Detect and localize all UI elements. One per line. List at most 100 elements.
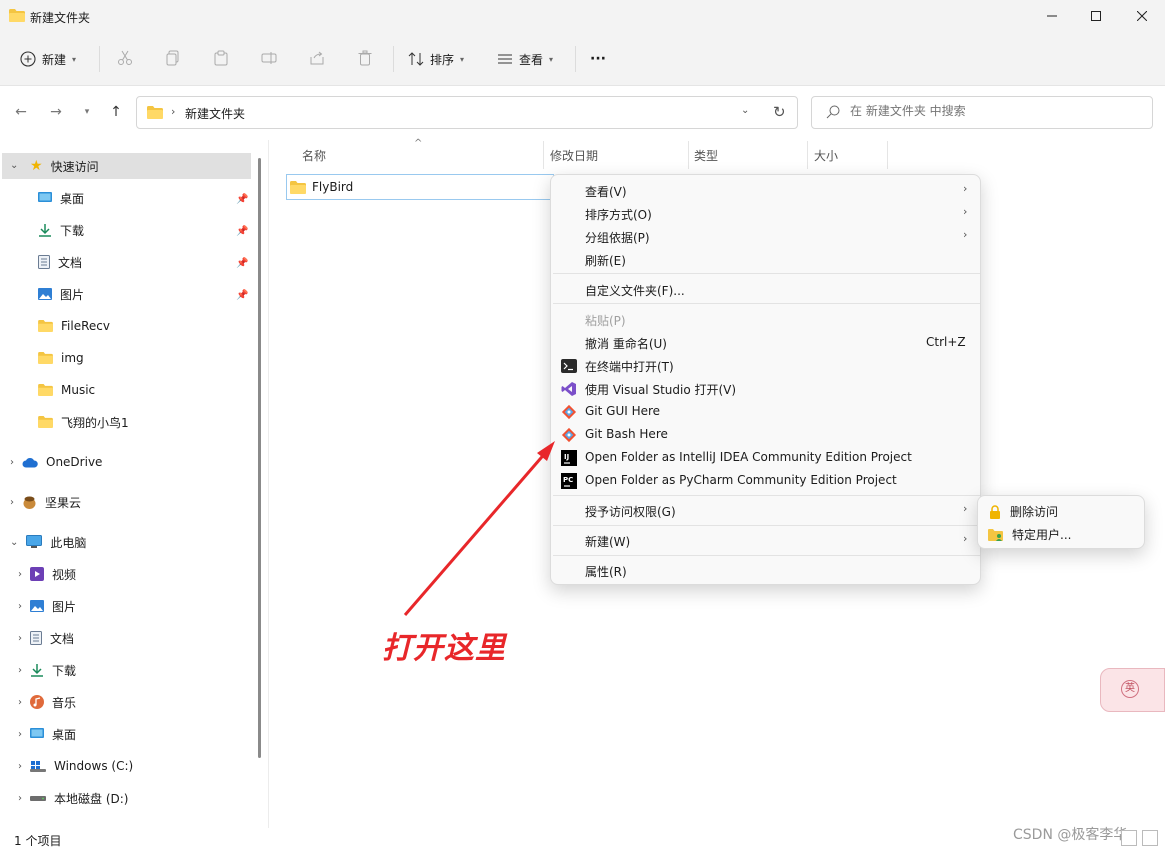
sidebar-item-nutstore[interactable]: › 坚果云 — [10, 489, 81, 515]
menu-item-open-visual-studio[interactable]: 使用 Visual Studio 打开(V) — [585, 381, 736, 398]
sort-button[interactable]: 排序 ▾ — [408, 44, 464, 74]
sidebar-item-filerecv[interactable]: FileRecv — [38, 313, 110, 339]
column-divider[interactable] — [807, 141, 808, 169]
search-input[interactable] — [850, 104, 1140, 118]
refresh-icon[interactable]: ↻ — [773, 103, 786, 121]
chevron-down-icon[interactable]: ⌄ — [10, 537, 18, 548]
sidebar-scrollbar[interactable] — [258, 158, 261, 758]
forward-arrow-icon[interactable]: → — [46, 104, 66, 120]
chevron-down-icon: ▾ — [72, 54, 77, 64]
menu-item-grant-access[interactable]: 授予访问权限(G) — [585, 503, 676, 520]
chevron-right-icon[interactable]: › — [18, 793, 22, 804]
menu-item-git-gui[interactable]: Git GUI Here — [585, 404, 660, 418]
large-icons-view-icon[interactable] — [1142, 830, 1158, 846]
sidebar-item-drive-d[interactable]: › 本地磁盘 (D:) — [18, 785, 128, 811]
sidebar-item-pictures[interactable]: 图片 — [38, 281, 84, 307]
chevron-right-icon[interactable]: › — [18, 569, 22, 580]
close-button[interactable] — [1119, 0, 1165, 32]
file-item-flybird[interactable]: FlyBird — [286, 174, 554, 200]
menu-item-open-intellij[interactable]: Open Folder as IntelliJ IDEA Community E… — [585, 450, 912, 464]
sidebar-item-videos[interactable]: › 视频 — [18, 561, 76, 587]
address-bar[interactable]: › 新建文件夹 ⌄ ↻ — [136, 96, 798, 129]
sidebar-item-pc-pictures[interactable]: › 图片 — [18, 593, 76, 619]
column-header-type[interactable]: 类型 — [694, 147, 718, 164]
menu-item-view[interactable]: 查看(V) — [585, 183, 627, 200]
sidebar-item-pc-downloads[interactable]: › 下载 — [18, 657, 76, 683]
sidebar-item-desktop[interactable]: 桌面 — [38, 185, 84, 211]
ime-sticker[interactable]: 英 — [1100, 668, 1165, 712]
sidebar-item-pc-desktop[interactable]: › 桌面 — [18, 721, 76, 747]
chevron-right-icon[interactable]: › — [18, 601, 22, 612]
menu-item-open-terminal[interactable]: 在终端中打开(T) — [585, 358, 674, 375]
up-arrow-icon[interactable]: ↑ — [106, 104, 126, 120]
sidebar-item-music-folder[interactable]: Music — [38, 377, 95, 403]
column-divider[interactable] — [543, 141, 544, 169]
chevron-right-icon[interactable]: › — [18, 665, 22, 676]
nut-icon — [23, 496, 36, 509]
menu-item-group[interactable]: 分组依据(P) — [585, 229, 650, 246]
submenu-item-remove-access[interactable]: 删除访问 — [988, 503, 1058, 520]
pin-icon[interactable]: 📌 — [236, 258, 248, 269]
column-divider[interactable] — [688, 141, 689, 169]
sidebar-item-label: 文档 — [50, 631, 75, 646]
sidebar-item-quick-access[interactable]: ⌄ ★ 快速访问 — [2, 153, 251, 179]
details-view-icon[interactable] — [1121, 830, 1137, 846]
chevron-down-icon[interactable]: ⌄ — [10, 160, 18, 171]
sidebar-item-this-pc[interactable]: ⌄ 此电脑 — [10, 529, 86, 555]
menu-item-open-pycharm[interactable]: Open Folder as PyCharm Community Edition… — [585, 473, 897, 487]
new-button[interactable]: 新建 ▾ — [20, 44, 76, 74]
chevron-right-icon[interactable]: › — [10, 497, 14, 508]
view-button[interactable]: 查看 ▾ — [497, 44, 553, 74]
search-box[interactable] — [811, 96, 1153, 129]
chevron-right-icon[interactable]: › — [171, 105, 175, 118]
menu-item-new[interactable]: 新建(W) — [585, 533, 630, 550]
pin-icon[interactable]: 📌 — [236, 194, 248, 205]
sidebar-item-downloads[interactable]: 下载 — [38, 217, 84, 243]
cut-icon[interactable] — [115, 48, 135, 68]
sidebar-item-flappy-bird[interactable]: 飞翔的小鸟1 — [38, 409, 129, 435]
menu-item-sort[interactable]: 排序方式(O) — [585, 206, 652, 223]
column-header-date[interactable]: 修改日期 — [550, 147, 598, 164]
menu-item-refresh[interactable]: 刷新(E) — [585, 252, 626, 269]
computer-icon — [26, 535, 43, 548]
chevron-right-icon[interactable]: › — [18, 761, 22, 772]
chevron-down-icon[interactable]: ⌄ — [741, 105, 749, 116]
title-bar: 新建文件夹 — [0, 0, 1165, 32]
breadcrumb[interactable]: 新建文件夹 — [185, 105, 245, 122]
column-header-name[interactable]: 名称 — [302, 147, 326, 164]
folder-icon — [9, 9, 25, 25]
menu-item-properties[interactable]: 属性(R) — [585, 563, 627, 580]
paste-icon[interactable] — [211, 48, 231, 68]
chevron-right-icon[interactable]: › — [18, 729, 22, 740]
back-arrow-icon[interactable]: ← — [11, 104, 31, 120]
menu-item-paste[interactable]: 粘贴(P) — [585, 312, 626, 329]
delete-icon[interactable] — [355, 48, 375, 68]
share-icon[interactable] — [307, 48, 327, 68]
more-options-button[interactable]: ··· — [590, 44, 606, 74]
sidebar-item-img[interactable]: img — [38, 345, 84, 371]
recent-locations-icon[interactable]: ▾ — [77, 104, 97, 120]
sidebar-item-drive-c[interactable]: › Windows (C:) — [18, 753, 133, 779]
chevron-right-icon[interactable]: › — [10, 457, 14, 468]
sidebar-item-music[interactable]: › 音乐 — [18, 689, 76, 715]
menu-item-customize[interactable]: 自定义文件夹(F)... — [585, 282, 685, 299]
sidebar-item-onedrive[interactable]: › OneDrive — [10, 449, 102, 475]
chevron-right-icon[interactable]: › — [18, 633, 22, 644]
rename-icon[interactable] — [259, 48, 279, 68]
pane-divider[interactable] — [268, 140, 269, 830]
copy-icon[interactable] — [163, 48, 183, 68]
menu-item-undo-rename[interactable]: 撤消 重命名(U) — [585, 335, 667, 352]
sidebar-item-documents[interactable]: 文档 — [38, 249, 82, 275]
item-count: 1 个项目 — [14, 834, 62, 848]
minimize-button[interactable] — [1029, 0, 1075, 32]
column-header-size[interactable]: 大小 — [814, 147, 838, 164]
menu-item-git-bash[interactable]: Git Bash Here — [585, 427, 668, 441]
pin-icon[interactable]: 📌 — [236, 290, 248, 301]
chevron-right-icon[interactable]: › — [18, 697, 22, 708]
view-list-icon — [498, 54, 512, 64]
pin-icon[interactable]: 📌 — [236, 226, 248, 237]
column-divider[interactable] — [887, 141, 888, 169]
sidebar-item-pc-documents[interactable]: › 文档 — [18, 625, 74, 651]
maximize-button[interactable] — [1073, 0, 1119, 32]
submenu-item-specific-users[interactable]: 特定用户... — [988, 526, 1071, 543]
